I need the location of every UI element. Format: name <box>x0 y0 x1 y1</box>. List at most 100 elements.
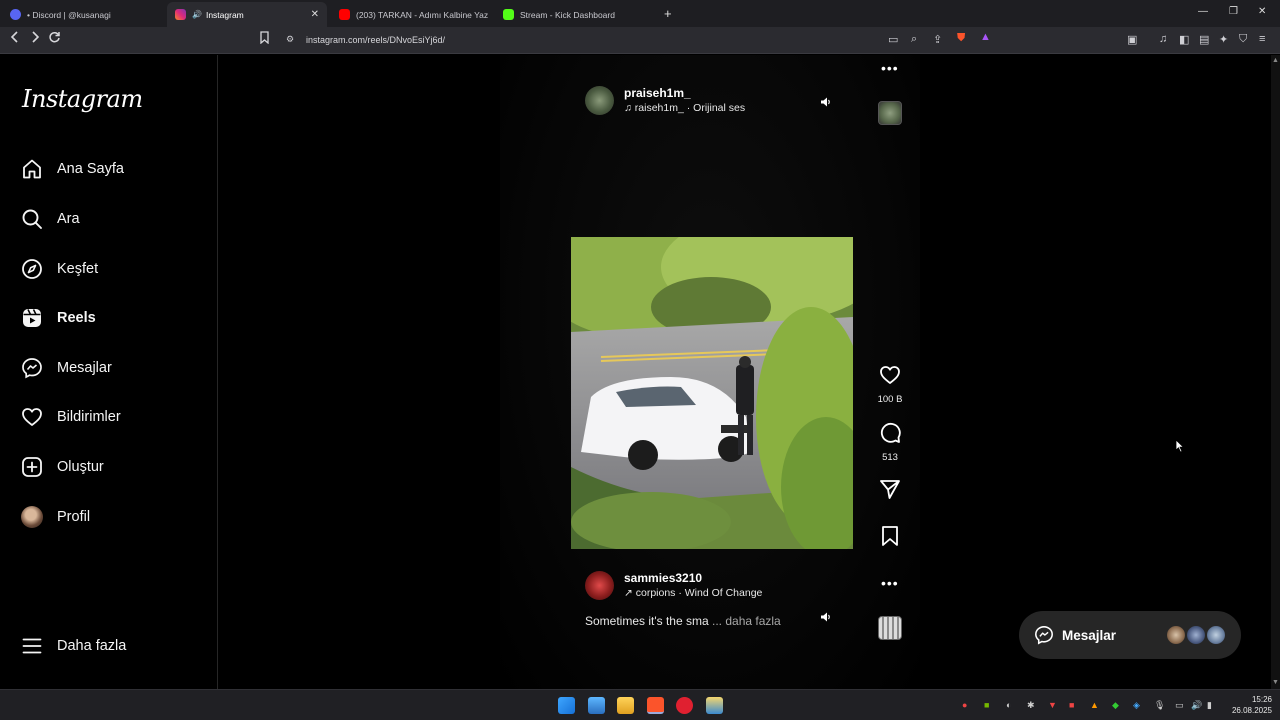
app-icon[interactable] <box>706 697 723 714</box>
tray-app-icon[interactable]: ◐ <box>1006 700 1011 710</box>
battery-icon[interactable]: ▮ <box>1207 700 1212 711</box>
compass-icon <box>20 257 44 281</box>
sidebar-item-label: Keşfet <box>57 261 99 277</box>
menu-icon[interactable]: ≡ <box>1259 33 1265 45</box>
reel-audio[interactable]: ↗ corpions · Wind Of Change <box>624 587 762 599</box>
back-button[interactable] <box>9 31 21 46</box>
tab-youtube[interactable]: (203) TARKAN - Adımı Kalbine Yaz (O <box>331 2 491 27</box>
save-action <box>870 525 910 552</box>
comment-icon[interactable] <box>879 422 901 444</box>
sidebar-item-reels[interactable]: Reels <box>20 303 96 333</box>
scroll-up-icon[interactable]: ▲ <box>1272 57 1279 64</box>
search-icon <box>20 207 44 231</box>
reload-button[interactable] <box>48 31 61 47</box>
site-settings-icon[interactable]: ⚙ <box>286 34 294 45</box>
reel-username[interactable]: sammies3210 <box>624 571 762 585</box>
tab-instagram[interactable]: 🔊 Instagram ✕ <box>167 2 327 27</box>
maximize-button[interactable]: ❐ <box>1229 6 1238 17</box>
sidebar-item-notifications[interactable]: Bildirimler <box>20 402 121 432</box>
taskbar-clock[interactable]: 15:26 26.08.2025 <box>1232 694 1272 716</box>
more-options-icon[interactable]: ••• <box>881 575 899 591</box>
browser-toolbar: ⚙ instagram.com/reels/DNvoEsiYj6d/ ▭ ⌕ ⇪… <box>0 27 1280 54</box>
widgets-icon[interactable] <box>588 697 605 714</box>
volume-button[interactable] <box>816 92 836 112</box>
instagram-logo[interactable]: Instagram <box>22 85 143 113</box>
audio-thumbnail[interactable] <box>878 616 902 640</box>
page-scrollbar[interactable]: ▲ ▼ <box>1271 55 1280 689</box>
new-tab-button[interactable]: + <box>664 6 672 21</box>
sidebar-item-search[interactable]: Ara <box>20 204 80 234</box>
tray-app-icon[interactable]: ◆ <box>1112 700 1119 711</box>
reel-video[interactable] <box>571 237 853 549</box>
avatar[interactable] <box>585 570 614 600</box>
close-tab-icon[interactable]: ✕ <box>311 9 319 20</box>
nvidia-icon[interactable]: ■ <box>984 700 989 710</box>
sidebar-toggle-icon[interactable]: ◧ <box>1179 33 1189 46</box>
share-action <box>870 478 910 505</box>
messages-button[interactable]: Mesajlar <box>1019 611 1241 659</box>
avatar[interactable] <box>585 85 614 115</box>
tray-app-icon[interactable]: ▼ <box>1048 700 1057 710</box>
tab-discord[interactable]: • Discord | @kusanagi <box>2 2 167 27</box>
tray-app-icon[interactable]: ■ <box>1069 700 1074 710</box>
volume-button[interactable] <box>816 607 836 627</box>
reel-username[interactable]: praiseh1m_ <box>624 86 745 100</box>
forward-arrow-icon <box>32 31 40 43</box>
tray-app-icon[interactable]: ✱ <box>1027 700 1035 711</box>
vpn-icon[interactable]: ⛉ <box>1239 33 1247 46</box>
network-icon[interactable]: ▭ <box>1175 700 1184 711</box>
tray-app-icon[interactable]: ◈ <box>1133 700 1140 711</box>
heart-icon[interactable] <box>879 364 901 386</box>
avatar <box>1185 624 1207 646</box>
app-icon[interactable] <box>676 697 693 714</box>
sidebar-item-profile[interactable]: Profil <box>20 502 90 532</box>
caption-more-link[interactable]: ... daha fazla <box>712 614 781 628</box>
zoom-icon[interactable]: ⌕ <box>911 33 917 46</box>
microphone-icon[interactable]: 🎙 <box>1154 700 1165 711</box>
instagram-sidebar: Instagram Ana Sayfa Ara Keşfet Reels Mes… <box>0 55 218 689</box>
scroll-down-icon[interactable]: ▼ <box>1272 679 1279 686</box>
audio-playing-icon[interactable]: 🔊 <box>192 10 202 19</box>
close-window-button[interactable]: ✕ <box>1258 6 1266 17</box>
sidebar-item-label: Mesajlar <box>57 360 112 376</box>
volume-icon[interactable]: 🔊 <box>1191 700 1202 711</box>
back-arrow-icon <box>10 31 18 43</box>
comment-action: 513 <box>870 422 910 463</box>
tab-kick[interactable]: Stream - Kick Dashboard <box>495 2 660 27</box>
messages-label: Mesajlar <box>1062 627 1117 643</box>
brave-browser-icon[interactable] <box>647 697 664 714</box>
bookmark-button[interactable] <box>259 31 270 47</box>
sidebar-item-more[interactable]: Daha fazla <box>20 631 126 661</box>
cast-icon[interactable]: ▭ <box>888 33 898 46</box>
leo-ai-icon[interactable]: ✦ <box>1219 33 1228 46</box>
speaker-icon <box>821 612 830 622</box>
bookmark-icon[interactable] <box>879 525 901 547</box>
wallet-icon[interactable]: ▤ <box>1199 33 1209 46</box>
forward-button[interactable] <box>29 31 41 46</box>
brave-rewards-icon[interactable]: ▲ <box>980 31 991 43</box>
sidebar-item-messages[interactable]: Mesajlar <box>20 353 112 383</box>
send-icon[interactable] <box>879 478 901 500</box>
tab-search-icon[interactable]: ▣ <box>1127 33 1137 46</box>
brave-shields-icon[interactable]: ⛊ <box>957 32 965 45</box>
tray-app-icon[interactable]: ● <box>962 700 967 710</box>
sidebar-item-create[interactable]: Oluştur <box>20 452 104 482</box>
home-icon <box>20 157 44 181</box>
more-options-icon[interactable]: ••• <box>881 60 899 76</box>
reels-icon <box>20 306 44 330</box>
windows-start-icon[interactable] <box>558 697 575 714</box>
tray-app-icon[interactable]: ▲ <box>1090 700 1099 710</box>
sidebar-item-explore[interactable]: Keşfet <box>20 254 98 284</box>
music-note-icon: ♫ <box>624 102 632 114</box>
media-control-icon[interactable]: ♫ <box>1159 33 1167 45</box>
mouse-cursor-icon <box>1175 439 1185 453</box>
heart-icon <box>20 405 44 429</box>
file-explorer-icon[interactable] <box>617 697 634 714</box>
sidebar-item-home[interactable]: Ana Sayfa <box>20 154 124 184</box>
reel-audio[interactable]: ♫ raiseh1m_ · Orijinal ses <box>624 102 745 114</box>
audio-thumbnail[interactable] <box>878 101 902 125</box>
minimize-button[interactable]: — <box>1198 6 1208 17</box>
windows-taskbar: ● ■ ◐ ✱ ▼ ■ ▲ ◆ ◈ 🎙 ▭ 🔊 ▮ 15:26 26.08.20… <box>0 689 1280 720</box>
share-icon[interactable]: ⇪ <box>933 33 942 46</box>
url-field[interactable]: instagram.com/reels/DNvoEsiYj6d/ <box>306 35 445 45</box>
